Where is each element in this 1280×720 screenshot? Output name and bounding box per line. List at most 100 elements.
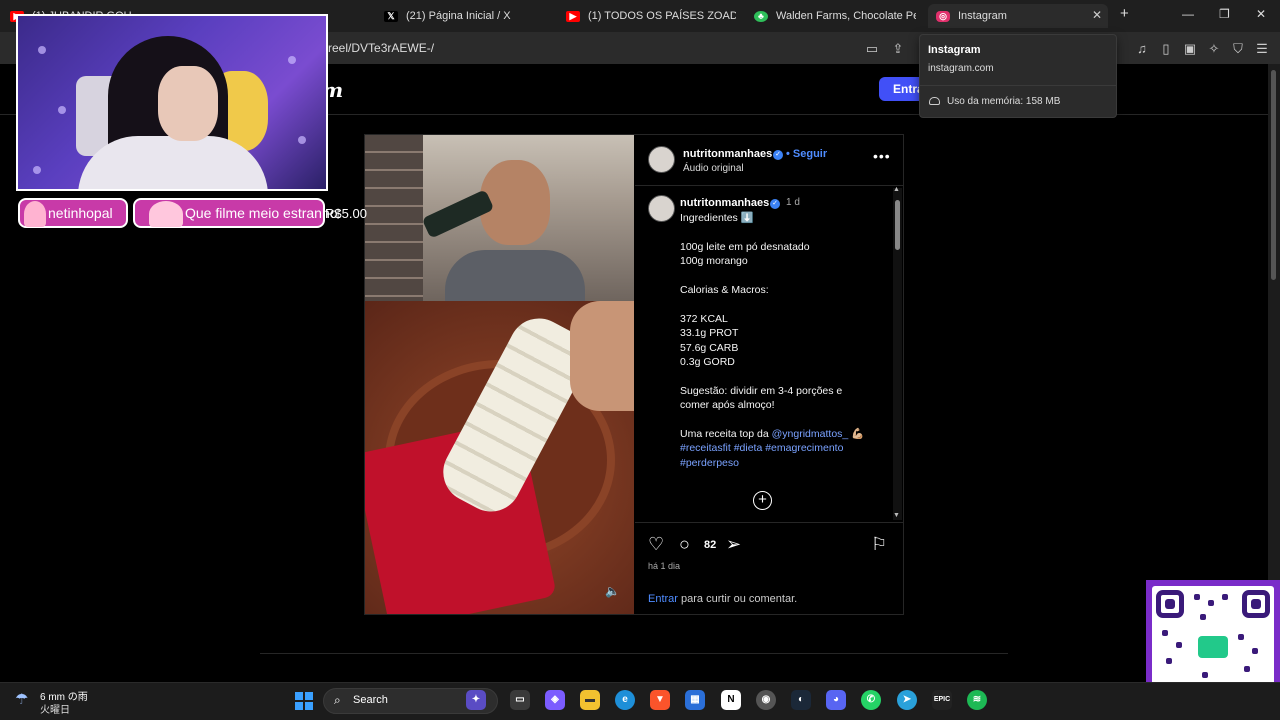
discord-icon[interactable]: ◕ — [826, 690, 846, 710]
credit-text: Uma receita top da — [680, 428, 769, 441]
leaf-icon: ♣ — [754, 10, 768, 22]
hover-card-title: Instagram — [928, 44, 981, 56]
hashtags[interactable]: #receitasfit #dieta #emagrecimento — [680, 441, 890, 455]
cast-icon[interactable]: ▭ — [864, 41, 880, 57]
follow-button[interactable]: • Seguir — [786, 148, 827, 160]
wallet-icon[interactable]: ▣ — [1182, 41, 1198, 57]
music-icon[interactable]: ♫ — [1134, 41, 1150, 56]
caption-line: 33.1g PROT — [680, 327, 739, 340]
qr-logo — [1198, 636, 1228, 658]
tab-x[interactable]: 𝕏 (21) Página Inicial / X — [384, 4, 554, 28]
login-link[interactable]: Entrar — [648, 593, 678, 605]
hand — [570, 301, 634, 411]
chrome-icon[interactable]: ◉ — [756, 690, 776, 710]
hashtags[interactable]: #perderpeso — [680, 456, 890, 470]
brave-icon[interactable]: ▼ — [650, 690, 670, 710]
qr-module — [1252, 648, 1258, 654]
qr-finder — [1242, 590, 1270, 618]
caption-line — [680, 413, 890, 427]
youtube-icon: ▶ — [566, 10, 580, 22]
steam-icon[interactable]: ◐ — [791, 690, 811, 710]
avatar[interactable] — [648, 146, 675, 173]
light-bokeh — [58, 106, 66, 114]
caption-line — [680, 269, 890, 283]
start-icon[interactable] — [295, 692, 313, 710]
close-window-icon[interactable]: ✕ — [1256, 7, 1266, 21]
sidebar-icon[interactable]: ▯ — [1158, 41, 1174, 57]
verified-badge-icon: ✓ — [770, 199, 780, 209]
more-options-icon[interactable]: ••• — [873, 148, 891, 164]
speaker-icon[interactable]: 🔈 — [605, 584, 620, 598]
load-more-comments-icon[interactable]: + — [753, 491, 772, 510]
minimize-icon[interactable]: — — [1182, 7, 1194, 21]
scroll-down-icon[interactable]: ▼ — [893, 512, 900, 519]
streamer-face — [158, 66, 218, 141]
rain-umbrella-icon[interactable]: ☂ — [15, 690, 28, 708]
light-bokeh — [33, 166, 41, 174]
caption-line: comer após almoço! — [680, 399, 775, 412]
notion-icon[interactable]: N — [721, 690, 741, 710]
caption-credit: Uma receita top da @yngridmattos_ 💪🏼 — [680, 427, 890, 441]
avatar[interactable] — [648, 195, 675, 222]
shield-icon[interactable]: ⛉ — [1230, 41, 1246, 57]
epic-games-icon[interactable]: EPIC — [932, 690, 952, 710]
spotify-icon[interactable]: ≋ — [967, 690, 987, 710]
windows-taskbar — [0, 682, 1280, 720]
qr-module — [1208, 600, 1214, 606]
credit-mention[interactable]: @yngridmattos_ — [772, 428, 849, 440]
login-prompt: Entrar para curtir ou comentar. — [648, 593, 797, 605]
task-view-icon[interactable]: ▭ — [510, 690, 530, 710]
donation-alert-user: netinhopal — [18, 198, 128, 228]
qr-module — [1176, 642, 1182, 648]
login-suffix: para curtir ou comentar. — [677, 593, 798, 605]
caption-line: 0.3g GORD — [680, 356, 735, 369]
share-icon[interactable]: ⇪ — [890, 41, 906, 57]
tab-walden-farms[interactable]: ♣ Walden Farms, Chocolate Peanut — [754, 4, 916, 28]
alert-amount: R$5.00 — [325, 206, 367, 221]
close-tab-icon[interactable]: ✕ — [1092, 8, 1102, 22]
scroll-up-icon[interactable]: ▲ — [893, 186, 900, 193]
restore-icon[interactable]: ❐ — [1219, 7, 1230, 21]
whatsapp-icon[interactable]: ✆ — [861, 690, 881, 710]
comment-icon[interactable]: ○ — [679, 534, 690, 555]
light-bokeh — [288, 56, 296, 64]
actions-divider — [635, 522, 903, 523]
hover-card-memory: Uso da memória: 158 MB — [947, 96, 1061, 107]
qr-finder — [1156, 590, 1184, 618]
tab-title: Walden Farms, Chocolate Peanut — [776, 10, 916, 22]
telegram-icon[interactable]: ➤ — [897, 690, 917, 710]
post-username[interactable]: nutritonmanhaes — [683, 148, 772, 160]
leo-ai-icon[interactable]: ✧ — [1206, 41, 1222, 57]
cupcake-icon — [149, 201, 183, 227]
folder-icon[interactable]: ▬ — [580, 690, 600, 710]
share-send-icon[interactable]: ➢ — [726, 534, 741, 555]
comment-count: 82 — [704, 539, 717, 551]
drink-can — [421, 189, 495, 239]
tab-title: Instagram — [958, 10, 1007, 22]
edge-icon[interactable]: e — [615, 690, 635, 710]
url-text[interactable]: reel/DVTe3rAEWE-/ — [328, 41, 434, 55]
caption-scrollbar-thumb[interactable] — [895, 200, 900, 250]
caption-line: Ingredientes ⬇️ — [680, 212, 754, 224]
tab-instagram[interactable]: ◎ Instagram ✕ — [928, 4, 1108, 28]
audio-label[interactable]: Áudio original — [683, 163, 744, 174]
post-time: há 1 dia — [648, 561, 681, 571]
bookmark-icon[interactable]: ⚐ — [871, 534, 887, 555]
widgets-icon[interactable]: ✦ — [466, 690, 486, 710]
menu-icon[interactable]: ☰ — [1254, 41, 1270, 57]
caption-username[interactable]: nutritonmanhaes — [680, 197, 769, 209]
caption-line — [680, 297, 890, 311]
x-icon: 𝕏 — [384, 10, 398, 22]
video-frame-top — [365, 135, 634, 310]
page-scrollbar-thumb[interactable] — [1271, 70, 1276, 280]
store-icon[interactable]: ▦ — [685, 690, 705, 710]
reel-video[interactable]: 🔈 — [365, 135, 634, 614]
qr-module — [1194, 594, 1200, 600]
copilot-icon[interactable]: ◈ — [545, 690, 565, 710]
new-tab-icon[interactable]: + — [1120, 5, 1129, 22]
like-heart-icon[interactable]: ♡ — [648, 534, 664, 555]
search-icon: ⌕ — [334, 693, 341, 707]
tab-youtube-2[interactable]: ▶ (1) TODOS OS PAÍSES ZOADOS PO — [566, 4, 736, 28]
post-header — [635, 135, 903, 186]
credit-emoji: 💪🏼 — [851, 428, 865, 441]
